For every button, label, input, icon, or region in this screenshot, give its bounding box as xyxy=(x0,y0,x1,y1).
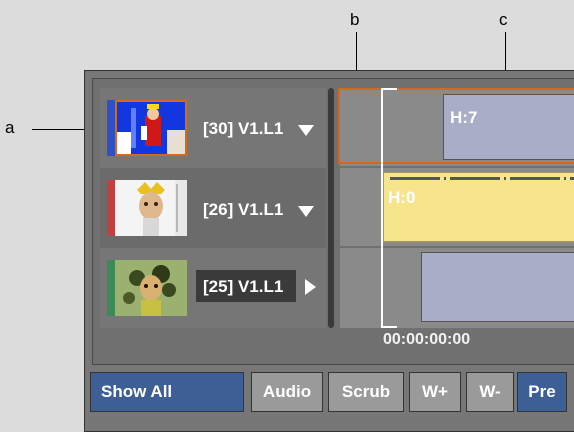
track-label-2: [26] V1.L1 xyxy=(203,200,284,219)
clip-row3[interactable] xyxy=(421,252,574,322)
w-plus-button[interactable]: W+ xyxy=(409,372,461,412)
thumbnail-image-2 xyxy=(115,180,187,236)
clip-h0-handle-line xyxy=(390,177,574,180)
track-scrollbar[interactable] xyxy=(328,88,334,328)
w-minus-button[interactable]: W- xyxy=(466,372,514,412)
track-thumbnail-3[interactable] xyxy=(115,260,187,316)
track-dropdown-arrow-2[interactable] xyxy=(298,206,314,217)
callout-b: b xyxy=(350,10,360,29)
scrub-button[interactable]: Scrub xyxy=(328,372,404,412)
track-color-bar-2 xyxy=(107,180,115,236)
pre-button[interactable]: Pre xyxy=(517,372,567,412)
track-color-bar-1 xyxy=(107,100,115,156)
thumbnail-image-3 xyxy=(115,260,187,316)
region-bottom-marker xyxy=(381,326,397,328)
audio-button[interactable]: Audio xyxy=(251,372,323,412)
region-top-marker xyxy=(381,88,397,90)
track-color-bar-3 xyxy=(107,260,115,316)
timecode-readout: 00:00:00:00 xyxy=(383,331,471,348)
track-thumbnail-1[interactable] xyxy=(115,100,187,156)
clip-h7-label: H:7 xyxy=(450,108,478,127)
callout-c: c xyxy=(499,10,508,29)
track-dropdown-arrow-1[interactable] xyxy=(298,125,314,136)
show-all-button[interactable]: Show All xyxy=(90,372,244,412)
clip-h0-label: H:0 xyxy=(388,188,416,207)
track-label-3: [25] V1.L1 xyxy=(203,277,284,296)
track-thumbnail-2[interactable] xyxy=(115,180,187,236)
callout-a: a xyxy=(5,118,15,137)
track-label-1: [30] V1.L1 xyxy=(203,119,284,138)
thumbnail-image-1 xyxy=(117,102,185,154)
track-expand-arrow-3[interactable] xyxy=(305,279,316,295)
